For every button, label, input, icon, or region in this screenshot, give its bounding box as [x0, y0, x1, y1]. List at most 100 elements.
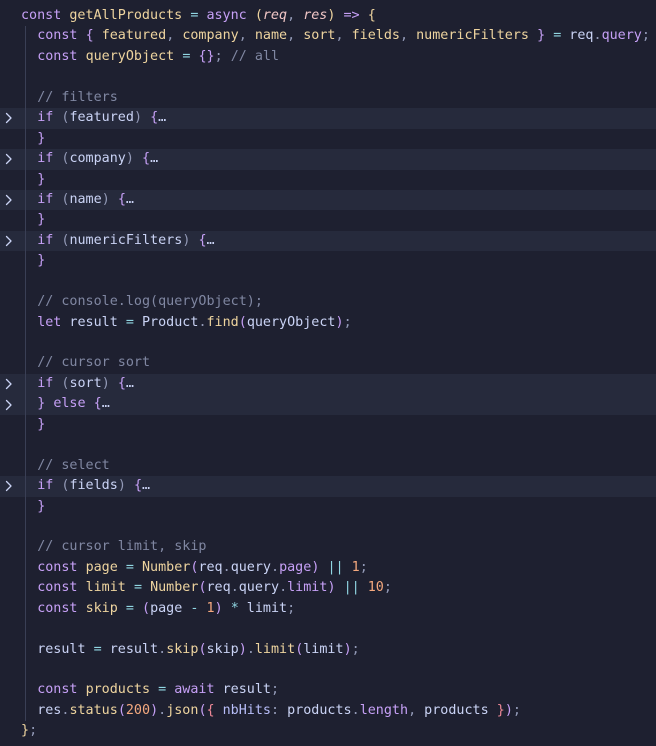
code-token: (: [117, 702, 126, 718]
code-token: if: [37, 478, 54, 494]
code-text: if (sort) {…: [37, 374, 134, 394]
code-line[interactable]: }: [0, 251, 656, 272]
fold-chevron-icon[interactable]: [0, 231, 18, 251]
code-token: 1: [206, 600, 215, 616]
code-token: ;: [383, 580, 392, 596]
code-token: if: [37, 375, 54, 391]
code-line[interactable]: }: [0, 169, 656, 190]
code-token: *: [230, 600, 239, 616]
fold-chevron-icon[interactable]: [0, 190, 18, 210]
code-line[interactable]: [0, 67, 656, 88]
code-token: const: [37, 48, 78, 64]
code-token: query: [238, 580, 280, 596]
code-token: (: [238, 314, 247, 330]
code-line[interactable]: const getAllProducts = async (req, res) …: [0, 6, 656, 26]
code-token: fields: [69, 478, 118, 494]
code-token: async: [206, 8, 247, 23]
code-token: }: [21, 723, 30, 739]
code-line[interactable]: result = result.skip(skip).limit(limit);: [0, 639, 656, 660]
code-line[interactable]: }: [0, 496, 656, 517]
fold-chevron-icon[interactable]: [0, 149, 18, 169]
code-token: queryObject: [85, 48, 175, 64]
code-line[interactable]: }: [0, 414, 656, 436]
code-line[interactable]: }: [0, 210, 656, 231]
code-line[interactable]: res.status(200).json({ nbHits: products.…: [0, 700, 656, 722]
code-line[interactable]: [0, 516, 656, 538]
code-text: const getAllProducts = async (req, res) …: [21, 6, 376, 26]
indent-guide: [25, 149, 26, 170]
fold-chevron-icon[interactable]: [0, 476, 18, 496]
code-line[interactable]: if (company) {…: [0, 149, 656, 170]
code-line[interactable]: [0, 271, 656, 293]
code-token: limit: [254, 641, 296, 657]
code-line[interactable]: [0, 435, 656, 456]
code-token: numericFilters: [416, 28, 529, 44]
code-line[interactable]: const products = await result;: [0, 680, 656, 701]
code-line[interactable]: // cursor sort: [0, 353, 656, 374]
code-token: page: [279, 559, 312, 575]
code-token: .: [593, 28, 602, 44]
code-line[interactable]: // select: [0, 455, 656, 477]
code-token: if: [37, 110, 54, 126]
code-token: page: [150, 600, 191, 616]
code-line[interactable]: }: [0, 128, 656, 150]
code-token: {: [198, 232, 207, 248]
code-line[interactable]: // console.log(queryObject);: [0, 292, 656, 313]
code-text: // console.log(queryObject);: [37, 292, 263, 312]
code-token: if: [37, 151, 54, 167]
code-line[interactable]: [0, 333, 656, 354]
code-token: ;: [512, 702, 521, 718]
code-line[interactable]: const page = Number(req.query.page) || 1…: [0, 557, 656, 579]
indent-guide: [25, 537, 26, 558]
code-line[interactable]: } else {…: [0, 394, 656, 415]
code-line[interactable]: if (name) {…: [0, 189, 656, 211]
code-line[interactable]: const skip = (page - 1) * limit;: [0, 598, 656, 620]
code-line[interactable]: // filters: [0, 87, 656, 109]
code-line[interactable]: if (sort) {…: [0, 373, 656, 395]
code-line[interactable]: const { featured, company, name, sort, f…: [0, 26, 656, 47]
code-token: limit: [287, 580, 328, 596]
code-line[interactable]: const queryObject = {}; // all: [0, 46, 656, 68]
code-token: fields: [351, 28, 400, 44]
code-text: // cursor limit, skip: [37, 537, 206, 557]
code-token: }: [496, 702, 505, 718]
code-token: // cursor limit, skip: [37, 539, 207, 555]
code-token: ): [214, 600, 223, 616]
indent-guide: [25, 680, 26, 701]
indent-guide: [25, 128, 26, 150]
code-token: queryObject: [246, 314, 336, 330]
code-token: limit: [238, 600, 288, 616]
code-line[interactable]: };: [0, 721, 656, 741]
indent-guide: [25, 619, 26, 640]
code-line[interactable]: if (numericFilters) {…: [0, 230, 656, 252]
code-token: sort: [69, 375, 102, 391]
code-text: };: [21, 721, 37, 741]
code-line[interactable]: if (fields) {…: [0, 476, 656, 497]
indent-guide: [25, 271, 26, 293]
code-line[interactable]: // cursor limit, skip: [0, 537, 656, 558]
code-line[interactable]: [0, 619, 656, 640]
code-token: else: [53, 396, 86, 412]
code-line[interactable]: if (featured) {…: [0, 108, 656, 129]
code-token: skip: [166, 641, 199, 657]
fold-chevron-icon[interactable]: [0, 394, 18, 414]
code-editor[interactable]: const getAllProducts = async (req, res) …: [0, 0, 656, 746]
code-line[interactable]: [0, 660, 656, 681]
code-token: company: [69, 151, 126, 167]
code-line[interactable]: const limit = Number(req.query.limit) ||…: [0, 578, 656, 599]
code-token: company: [182, 28, 239, 44]
fold-chevron-icon[interactable]: [0, 374, 18, 394]
indent-guide: [25, 455, 26, 477]
fold-chevron-icon[interactable]: [0, 108, 18, 128]
code-line[interactable]: let result = Product.find(queryObject);: [0, 312, 656, 333]
code-text: }: [37, 210, 45, 230]
